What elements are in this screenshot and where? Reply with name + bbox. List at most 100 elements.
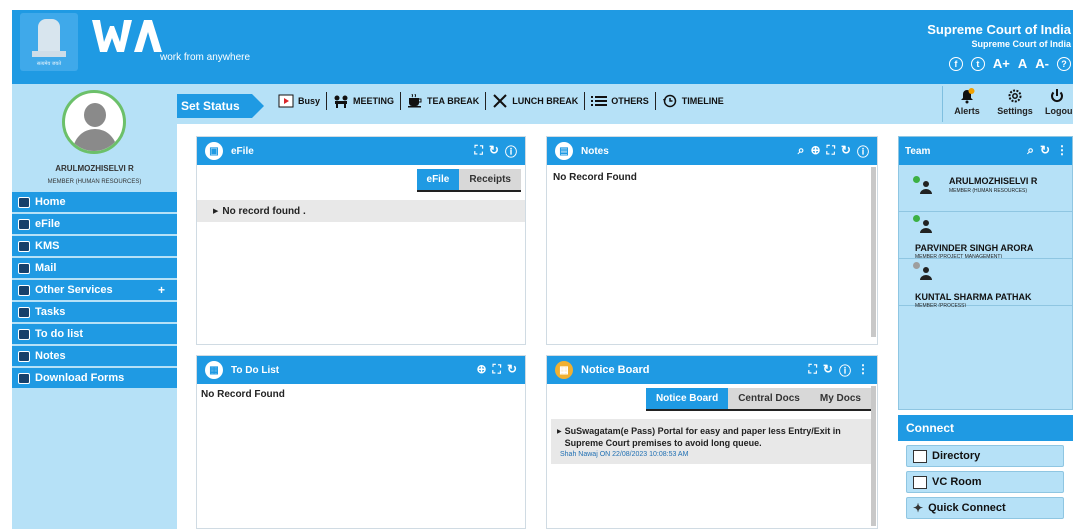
panel-title: To Do List xyxy=(231,364,280,376)
refresh-icon[interactable]: ↻ xyxy=(507,362,517,377)
sidebar-item-efile[interactable]: eFile xyxy=(12,214,177,234)
team-panel-header: Team ⌕ ↻ ⋮ xyxy=(899,137,1072,165)
connect-label: Quick Connect xyxy=(928,502,1006,514)
sidebar-item-notes[interactable]: Notes xyxy=(12,346,177,366)
status-meeting-button[interactable]: MEETING xyxy=(327,94,400,108)
team-member-row[interactable]: ARULMOZHISELVI R MEMBER (HUMAN RESOURCES… xyxy=(899,166,1073,212)
status-timeline-button[interactable]: TIMELINE xyxy=(656,94,730,108)
facebook-icon[interactable]: f xyxy=(948,56,963,71)
efile-tabs: eFile Receipts xyxy=(197,165,525,192)
efile-panel: ▣ eFile ⛶ ↻ ⓘ eFile Receipts ▶ No record… xyxy=(196,136,526,345)
team-panel: Team ⌕ ↻ ⋮ ARULMOZHISELVI R MEMBER (HUMA… xyxy=(898,136,1073,410)
avatar[interactable] xyxy=(62,90,126,154)
clipboard-icon xyxy=(18,372,30,384)
alerts-label: Alerts xyxy=(954,106,980,116)
vc-room-button[interactable]: VC Room xyxy=(906,471,1064,493)
refresh-icon[interactable]: ↻ xyxy=(1040,143,1050,158)
todo-panel-header: ▦ To Do List ⊕ ⛶ ↻ xyxy=(197,356,525,384)
sidebar-item-other-services[interactable]: Other Services + xyxy=(12,280,177,300)
status-tea-break-button[interactable]: TEA BREAK xyxy=(401,94,485,108)
notice-item[interactable]: ▶ SuSwagatam(e Pass) Portal for easy and… xyxy=(551,419,871,464)
more-vertical-icon[interactable]: ⋮ xyxy=(857,362,869,379)
notes-scrollbar[interactable] xyxy=(871,167,876,337)
add-icon[interactable]: ⊕ xyxy=(476,362,486,377)
sidebar-item-kms[interactable]: KMS xyxy=(12,236,177,256)
status-options: Busy MEETING TEA BREAK LUNCH BREAK OTHER… xyxy=(272,92,730,110)
national-emblem-logo: सत्यमेव जयते xyxy=(20,13,78,71)
expand-plus-icon[interactable]: + xyxy=(158,283,165,297)
help-icon[interactable]: ⓘ xyxy=(505,143,517,160)
court-subtitle: Supreme Court of India xyxy=(971,39,1071,49)
sidebar-item-label: To do list xyxy=(35,328,84,340)
team-member-name: KUNTAL SHARMA PATHAK xyxy=(915,292,1032,302)
settings-label: Settings xyxy=(997,106,1033,116)
team-member-row[interactable]: KUNTAL SHARMA PATHAK MEMBER (PROCESS) xyxy=(899,260,1073,307)
todo-body: No Record Found xyxy=(197,384,525,404)
connect-label: VC Room xyxy=(932,476,982,488)
notice-meta: Shah Nawaj ON 22/08/2023 10:08:53 AM xyxy=(560,451,689,458)
fullscreen-icon[interactable]: ⛶ xyxy=(493,362,501,377)
sidebar-item-tasks[interactable]: Tasks xyxy=(12,302,177,322)
help-icon[interactable]: ⓘ xyxy=(839,362,851,379)
sidebar-item-todo[interactable]: To do list xyxy=(12,324,177,344)
caret-right-icon: ▶ xyxy=(213,208,219,215)
search-icon[interactable]: ⌕ xyxy=(798,143,805,160)
help-icon[interactable]: ⓘ xyxy=(857,143,869,160)
todo-empty-message: No Record Found xyxy=(201,389,285,400)
fullscreen-icon[interactable]: ⛶ xyxy=(809,362,817,379)
status-others-button[interactable]: OTHERS xyxy=(585,94,655,108)
add-icon[interactable]: ⊕ xyxy=(810,143,820,160)
sidebar-item-home[interactable]: Home xyxy=(12,192,177,212)
settings-button[interactable]: Settings xyxy=(991,86,1039,124)
help-icon[interactable]: ? xyxy=(1057,56,1071,71)
sidebar-item-mail[interactable]: Mail xyxy=(12,258,177,278)
status-busy-button[interactable]: Busy xyxy=(272,94,326,108)
sidebar-nav: Home eFile KMS Mail Other Services + Tas… xyxy=(12,192,177,390)
team-member-role: MEMBER (PROCESS) xyxy=(915,303,967,307)
alerts-button[interactable]: Alerts xyxy=(943,86,991,124)
notice-board-header: ▦ Notice Board ⛶ ↻ ⓘ ⋮ xyxy=(547,356,877,384)
tab-notice-board[interactable]: Notice Board xyxy=(645,388,729,411)
logo-tagline: work from anywhere xyxy=(160,52,251,63)
sidebar-item-label: KMS xyxy=(35,240,60,252)
top-header: सत्यमेव जयते work from anywhere Supreme … xyxy=(12,10,1073,84)
notes-panel-header: ▤ Notes ⌕ ⊕ ⛶ ↻ ⓘ xyxy=(547,137,877,165)
quick-connect-button[interactable]: ✦ Quick Connect xyxy=(906,497,1064,519)
status-lunch-break-button[interactable]: LUNCH BREAK xyxy=(486,94,584,108)
tab-efile[interactable]: eFile xyxy=(416,169,460,192)
notes-icon xyxy=(18,350,30,362)
team-member-role: MEMBER (HUMAN RESOURCES) xyxy=(949,188,1028,194)
notice-text: SuSwagatam(e Pass) Portal for easy and p… xyxy=(564,426,841,448)
fullscreen-icon[interactable]: ⛶ xyxy=(827,143,835,160)
header-right-tools: Alerts Settings Logou xyxy=(942,86,1073,124)
twitter-icon[interactable]: t xyxy=(970,56,985,71)
refresh-icon[interactable]: ↻ xyxy=(489,143,499,160)
status-bar: Set Status Busy MEETING TEA BREAK LUNCH … xyxy=(177,84,1073,124)
search-icon[interactable]: ⌕ xyxy=(1027,143,1034,158)
tab-receipts[interactable]: Receipts xyxy=(459,169,521,192)
more-vertical-icon[interactable]: ⋮ xyxy=(1056,143,1068,158)
tab-central-docs[interactable]: Central Docs xyxy=(728,388,810,411)
team-member-row[interactable]: PARVINDER SINGH ARORA MEMBER (PROJECT MA… xyxy=(899,213,1073,259)
sidebar-item-label: Other Services xyxy=(35,284,113,296)
notice-scrollbar[interactable] xyxy=(871,386,876,526)
logout-button[interactable]: Logou xyxy=(1039,86,1073,124)
efile-icon: ▣ xyxy=(205,142,223,160)
panel-tools: ⛶ ↻ ⓘ xyxy=(475,143,517,160)
font-reset-button[interactable]: A xyxy=(1018,56,1027,71)
status-label: Busy xyxy=(298,96,321,106)
directory-button[interactable]: Directory xyxy=(906,445,1064,467)
emblem-caption: सत्यमेव जयते xyxy=(36,61,62,67)
cutlery-icon xyxy=(493,94,507,108)
sidebar-item-download-forms[interactable]: Download Forms xyxy=(12,368,177,388)
refresh-icon[interactable]: ↻ xyxy=(823,362,833,379)
panel-title: Notes xyxy=(581,145,609,157)
fullscreen-icon[interactable]: ⛶ xyxy=(475,143,483,160)
font-increase-button[interactable]: A+ xyxy=(993,56,1010,71)
refresh-icon[interactable]: ↻ xyxy=(841,143,851,160)
efile-empty-row: ▶ No record found . xyxy=(197,200,525,222)
panel-title: eFile xyxy=(231,145,254,157)
caret-right-icon: ▶ xyxy=(557,429,562,435)
tab-my-docs[interactable]: My Docs xyxy=(809,388,871,411)
font-decrease-button[interactable]: A- xyxy=(1035,56,1049,71)
